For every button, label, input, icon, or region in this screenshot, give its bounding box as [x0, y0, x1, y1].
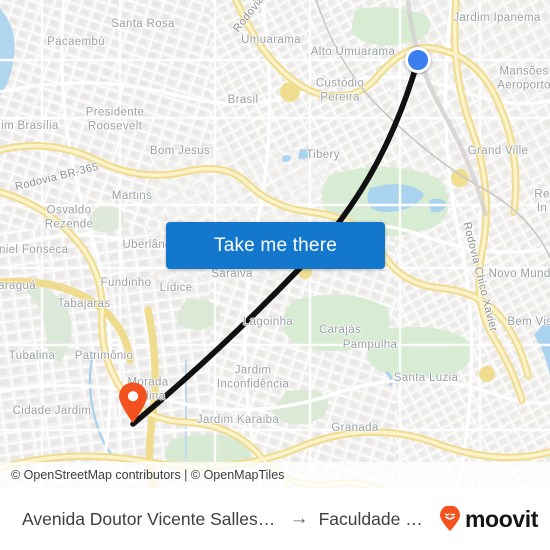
origin-map-pin[interactable] [117, 382, 149, 429]
trip-summary[interactable]: Avenida Doutor Vicente Salles Gui… → Fac… [22, 508, 431, 530]
arrow-right-icon: → [289, 508, 309, 529]
map-attribution: © OpenStreetMap contributors | © OpenMap… [0, 462, 550, 488]
moovit-trip-screen: Santa Rosa Pacaembú Umuarama Rodovia Alto Um… [0, 0, 550, 550]
destination-map-dot[interactable] [405, 47, 431, 73]
trip-bottom-bar: Avenida Doutor Vicente Salles Gui… → Fac… [0, 488, 550, 550]
take-me-there-button[interactable]: Take me there [166, 222, 385, 269]
trip-destination-label: Faculdade Pit… [318, 508, 431, 529]
map-pin-icon [119, 382, 147, 423]
moovit-wordmark: moovit [465, 505, 538, 532]
attribution-text: © OpenStreetMap contributors | © OpenMap… [11, 468, 285, 482]
trip-origin-label: Avenida Doutor Vicente Salles Gui… [22, 508, 280, 529]
map-canvas[interactable]: Santa Rosa Pacaembú Umuarama Rodovia Alto Um… [0, 0, 550, 488]
moovit-logo[interactable]: moovit [437, 506, 538, 533]
moovit-pin-icon [440, 506, 460, 531]
